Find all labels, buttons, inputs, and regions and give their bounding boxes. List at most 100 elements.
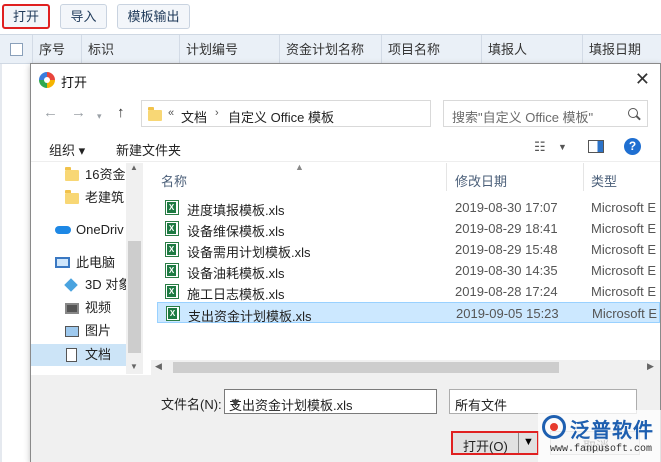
file-list-hscrollbar[interactable]: ◀ ▶: [151, 360, 660, 375]
grid-col-header[interactable]: 填报人: [482, 35, 583, 64]
search-icon[interactable]: [628, 108, 638, 118]
view-details-icon[interactable]: ☷: [534, 139, 546, 155]
dialog-open-button[interactable]: 打开(O) ▼: [451, 431, 539, 455]
app-toolbar: 打开 导入 模板输出: [0, 0, 661, 34]
file-row[interactable]: 设备油耗模板.xls 2019-08-30 14:35 Microsoft E: [157, 260, 660, 281]
col-header-type[interactable]: 类型: [591, 171, 617, 190]
folder-icon: [148, 107, 162, 121]
file-type: Microsoft E: [591, 263, 657, 278]
search-input[interactable]: 搜索"自定义 Office 模板": [443, 100, 648, 127]
watermark-url: www.fanpusoft.com: [550, 444, 653, 455]
documents-icon: [66, 348, 77, 362]
file-name: 设备需用计划模板.xls: [187, 245, 311, 260]
nav-item-label: 16资金: [85, 167, 126, 182]
excel-file-icon: [166, 306, 180, 321]
dialog-title: 打开: [61, 75, 88, 90]
grid-left-border: [0, 64, 2, 462]
3d-objects-icon: [64, 278, 78, 292]
nav-item-folder-old-building[interactable]: 老建筑: [31, 187, 126, 209]
grid-col-header[interactable]: 标识: [82, 35, 180, 64]
scroll-down-icon[interactable]: ▼: [130, 362, 138, 371]
open-options-dropdown-icon[interactable]: ▼: [523, 436, 534, 448]
close-icon[interactable]: ✕: [635, 69, 650, 90]
file-type: Microsoft E: [591, 200, 657, 215]
sort-ascending-icon: ▲: [295, 163, 304, 172]
nav-item-3d-objects[interactable]: 3D 对象: [31, 274, 126, 296]
nav-item-folder-16[interactable]: 16资金: [31, 164, 126, 186]
video-icon: [65, 303, 79, 314]
preview-pane-icon[interactable]: [588, 140, 604, 153]
file-date: 2019-08-29 15:48: [455, 242, 558, 257]
nav-item-onedrive[interactable]: OneDriv: [31, 219, 126, 241]
dialog-titlebar[interactable]: 打开 ✕: [31, 64, 660, 96]
file-date: 2019-08-30 17:07: [455, 200, 558, 215]
computer-icon: [55, 257, 70, 268]
import-button[interactable]: 导入: [60, 4, 107, 29]
recent-locations-chevron-icon[interactable]: ▾: [97, 109, 102, 124]
split-divider: [518, 433, 519, 453]
filename-label: 文件名(N):: [161, 397, 222, 412]
file-row-selected[interactable]: 支出资金计划模板.xls 2019-09-05 15:23 Microsoft …: [157, 302, 660, 324]
scroll-left-icon[interactable]: ◀: [155, 361, 162, 372]
new-folder-button[interactable]: 新建文件夹: [116, 140, 181, 159]
breadcrumb-documents[interactable]: 文档: [181, 107, 207, 126]
up-arrow-icon[interactable]: ↑: [117, 105, 125, 120]
search-placeholder: 搜索"自定义 Office 模板": [452, 110, 594, 125]
file-name: 支出资金计划模板.xls: [188, 309, 312, 324]
filename-input[interactable]: 支出资金计划模板.xls ▼: [224, 389, 437, 414]
back-arrow-icon[interactable]: ←: [43, 105, 58, 120]
grid-col-header[interactable]: 资金计划名称: [280, 35, 382, 64]
forward-arrow-icon[interactable]: →: [71, 105, 86, 120]
nav-scroll-thumb[interactable]: [128, 241, 141, 353]
template-export-button[interactable]: 模板输出: [117, 4, 190, 29]
nav-item-label: 视频: [85, 300, 112, 315]
help-icon[interactable]: ?: [624, 138, 641, 155]
nav-item-pictures[interactable]: 图片: [31, 320, 126, 342]
nav-item-label: 3D 对象: [85, 277, 126, 292]
nav-item-label: 老建筑: [85, 190, 125, 205]
file-name: 设备油耗模板.xls: [187, 266, 285, 281]
chevron-down-icon: ⌄: [455, 395, 466, 410]
filename-dropdown-icon[interactable]: ▼: [229, 395, 432, 410]
file-row[interactable]: 设备需用计划模板.xls 2019-08-29 15:48 Microsoft …: [157, 239, 660, 260]
navigation-pane: 16资金 老建筑 OneDriv 此电脑 3D 对象 视频 图片 文档 ▲ ▼: [31, 163, 151, 374]
nav-item-documents[interactable]: 文档: [31, 344, 126, 366]
grid-col-header[interactable]: 项目名称: [382, 35, 482, 64]
watermark: 泛普软件 www.fanpusoft.com: [538, 410, 661, 462]
open-button[interactable]: 打开: [2, 4, 50, 29]
grid-select-all-cell[interactable]: [0, 35, 33, 64]
grid-col-header[interactable]: 填报日期: [583, 35, 661, 64]
file-date: 2019-08-28 17:24: [455, 284, 558, 299]
watermark-brand: 泛普软件: [570, 420, 654, 442]
file-type: Microsoft E: [591, 221, 657, 236]
file-row[interactable]: 设备维保模板.xls 2019-08-29 18:41 Microsoft E: [157, 218, 660, 239]
file-type: Microsoft E: [592, 306, 658, 321]
onedrive-icon: [55, 226, 71, 234]
organize-menu[interactable]: 组织 ▾: [49, 140, 85, 159]
breadcrumb-custom-templates[interactable]: 自定义 Office 模板: [228, 107, 334, 126]
nav-item-videos[interactable]: 视频: [31, 297, 126, 319]
col-header-date[interactable]: 修改日期: [455, 171, 507, 190]
breadcrumb-overflow[interactable]: «: [168, 107, 174, 119]
grid-col-header[interactable]: 计划编号: [180, 35, 280, 64]
select-all-checkbox[interactable]: [10, 43, 23, 56]
view-options-chevron-icon[interactable]: ▼: [558, 142, 567, 152]
file-type: Microsoft E: [591, 242, 657, 257]
breadcrumb-separator-icon: ›: [215, 107, 219, 119]
nav-item-this-pc[interactable]: 此电脑: [31, 252, 126, 274]
folder-icon: [65, 190, 79, 204]
file-date: 2019-08-30 14:35: [455, 263, 558, 278]
nav-pane-scrollbar[interactable]: ▲ ▼: [126, 163, 143, 374]
address-bar[interactable]: « 文档 › 自定义 Office 模板 ▾ ↻: [141, 100, 519, 127]
grid-col-header[interactable]: 序号: [33, 35, 82, 64]
nav-item-label: 文档: [85, 347, 112, 362]
app-logo-icon: [39, 72, 55, 88]
file-row[interactable]: 施工日志模板.xls 2019-08-28 17:24 Microsoft E: [157, 281, 660, 302]
scroll-right-icon[interactable]: ▶: [647, 361, 654, 372]
file-row[interactable]: 进度填报模板.xls 2019-08-30 17:07 Microsoft E: [157, 197, 660, 218]
hscroll-thumb[interactable]: [173, 362, 559, 373]
file-date: 2019-08-29 18:41: [455, 221, 558, 236]
col-header-name[interactable]: 名称: [161, 171, 187, 190]
scroll-up-icon[interactable]: ▲: [130, 163, 138, 172]
nav-item-label: OneDriv: [76, 222, 124, 237]
